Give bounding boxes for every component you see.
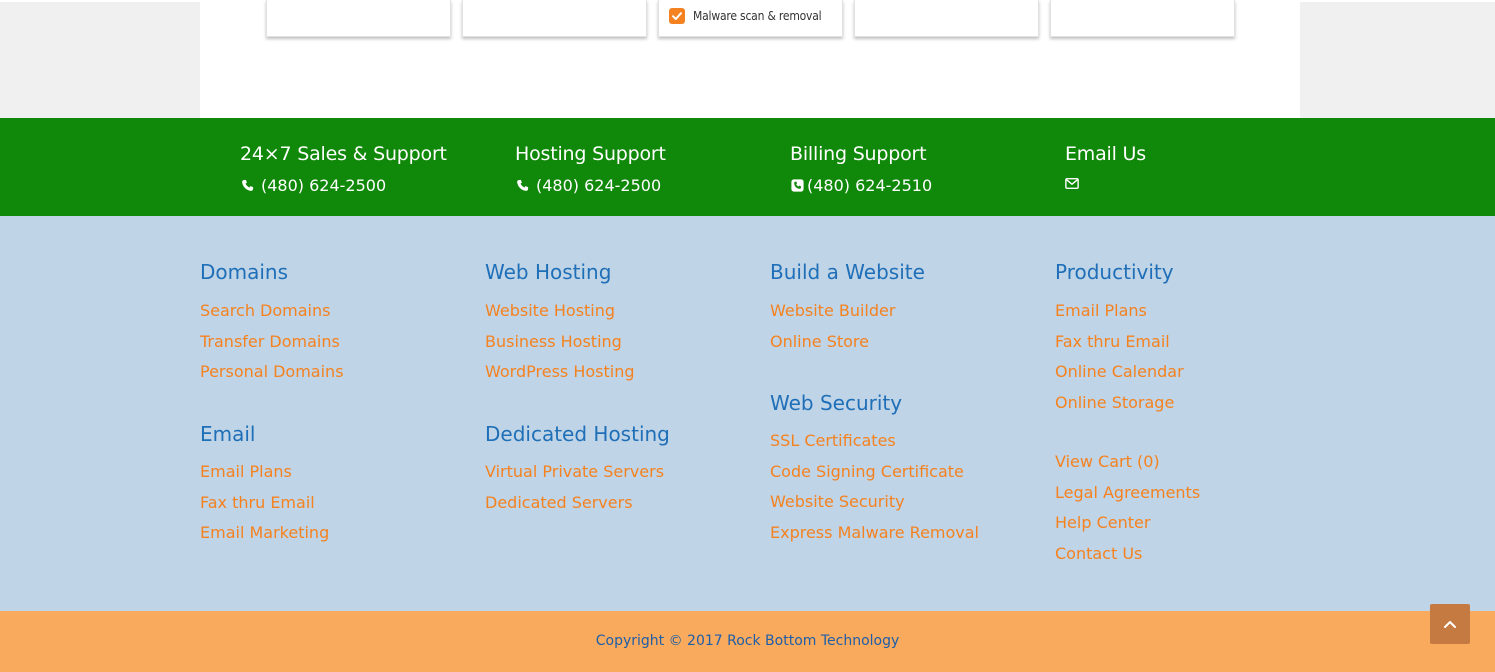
copyright-bar: Copyright © 2017 Rock Bottom Technology xyxy=(0,611,1495,672)
footer-group-title: Email xyxy=(200,422,256,446)
phone-icon xyxy=(515,179,529,193)
malware-option-label: Malware scan & removal xyxy=(693,9,822,23)
support-sales: 24×7 Sales & Support (480) 624-2500 xyxy=(240,143,447,195)
footer-link[interactable]: Fax thru Email xyxy=(200,488,329,519)
malware-option[interactable]: Malware scan & removal xyxy=(659,0,842,24)
phone-icon xyxy=(790,179,804,193)
footer-link[interactable]: Fax thru Email xyxy=(1055,327,1184,358)
footer-link[interactable]: Code Signing Certificate xyxy=(770,457,979,488)
footer-group-productivity: Productivity Email Plans Fax thru Email … xyxy=(1055,260,1184,418)
footer-group-title: Productivity xyxy=(1055,260,1174,284)
feature-panel: Malware scan & removal xyxy=(200,0,1300,118)
footer-group-misc: View Cart (0) Legal Agreements Help Cent… xyxy=(1055,447,1200,569)
footer-group-title: Domains xyxy=(200,260,289,284)
footer-link[interactable]: Email Plans xyxy=(200,457,329,488)
support-hosting: Hosting Support (480) 624-2500 xyxy=(515,143,666,195)
footer-link[interactable]: Personal Domains xyxy=(200,357,344,388)
support-title: 24×7 Sales & Support xyxy=(240,143,447,165)
support-billing: Billing Support (480) 624-2510 xyxy=(790,143,932,195)
footer-link[interactable]: SSL Certificates xyxy=(770,426,979,457)
feature-card-4 xyxy=(854,0,1039,37)
scroll-to-top-button[interactable] xyxy=(1430,604,1470,644)
support-title: Billing Support xyxy=(790,143,927,165)
footer-group-title: Web Security xyxy=(770,391,903,415)
feature-card-1 xyxy=(266,0,451,37)
support-phone-link[interactable]: (480) 624-2500 xyxy=(515,176,666,195)
footer-link[interactable]: Virtual Private Servers xyxy=(485,457,670,488)
support-title: Email Us xyxy=(1065,143,1146,165)
footer-link[interactable]: Online Store xyxy=(770,327,925,358)
footer-links: Domains Search Domains Transfer Domains … xyxy=(0,216,1495,611)
footer-link[interactable]: Website Security xyxy=(770,487,979,518)
view-cart-link[interactable]: View Cart (0) xyxy=(1055,447,1200,478)
footer-link[interactable]: Business Hosting xyxy=(485,327,635,358)
footer-link[interactable]: Search Domains xyxy=(200,296,344,327)
footer-group-title: Dedicated Hosting xyxy=(485,422,670,446)
footer-link[interactable]: Dedicated Servers xyxy=(485,488,670,519)
support-phone-link[interactable]: (480) 624-2500 xyxy=(240,176,447,195)
footer-link[interactable]: Website Hosting xyxy=(485,296,635,327)
footer-link[interactable]: Contact Us xyxy=(1055,539,1200,570)
support-bar: 24×7 Sales & Support (480) 624-2500 Host… xyxy=(0,118,1495,216)
support-title: Hosting Support xyxy=(515,143,666,165)
feature-card-2 xyxy=(462,0,647,37)
envelope-icon[interactable] xyxy=(1065,176,1079,190)
feature-card-5 xyxy=(1050,0,1235,37)
footer-group-dedicated-hosting: Dedicated Hosting Virtual Private Server… xyxy=(485,422,670,518)
footer-group-build-website: Build a Website Website Builder Online S… xyxy=(770,260,925,357)
support-email: Email Us xyxy=(1065,143,1146,190)
phone-icon xyxy=(240,179,254,193)
footer-link[interactable]: Transfer Domains xyxy=(200,327,344,358)
footer-link[interactable]: Express Malware Removal xyxy=(770,518,979,549)
footer-link[interactable]: Legal Agreements xyxy=(1055,478,1200,509)
feature-card-3: Malware scan & removal xyxy=(658,0,843,37)
footer-group-web-security: Web Security SSL Certificates Code Signi… xyxy=(770,391,979,548)
support-phone-number: (480) 624-2510 xyxy=(807,176,933,195)
footer-link[interactable]: Help Center xyxy=(1055,508,1200,539)
footer-group-title: Build a Website xyxy=(770,260,925,284)
support-phone-link[interactable]: (480) 624-2510 xyxy=(790,176,932,195)
footer-link[interactable]: Online Storage xyxy=(1055,388,1184,419)
email-link[interactable] xyxy=(1065,176,1146,190)
chevron-up-icon xyxy=(1444,621,1456,628)
footer-group-web-hosting: Web Hosting Website Hosting Business Hos… xyxy=(485,260,635,388)
support-phone-number: (480) 624-2500 xyxy=(261,176,387,195)
footer-group-email: Email Email Plans Fax thru Email Email M… xyxy=(200,422,329,549)
checkbox-checked-icon[interactable] xyxy=(669,8,685,24)
footer-link[interactable]: WordPress Hosting xyxy=(485,357,635,388)
footer-link[interactable]: Website Builder xyxy=(770,296,925,327)
footer-link[interactable]: Email Plans xyxy=(1055,296,1184,327)
copyright-text: Copyright © 2017 Rock Bottom Technology xyxy=(595,633,900,649)
top-edge-right xyxy=(1300,0,1495,2)
top-edge-left xyxy=(0,0,200,2)
support-phone-number: (480) 624-2500 xyxy=(536,176,662,195)
footer-group-domains: Domains Search Domains Transfer Domains … xyxy=(200,260,344,388)
footer-group-title: Web Hosting xyxy=(485,260,612,284)
footer-link[interactable]: Online Calendar xyxy=(1055,357,1184,388)
footer-link[interactable]: Email Marketing xyxy=(200,518,329,549)
